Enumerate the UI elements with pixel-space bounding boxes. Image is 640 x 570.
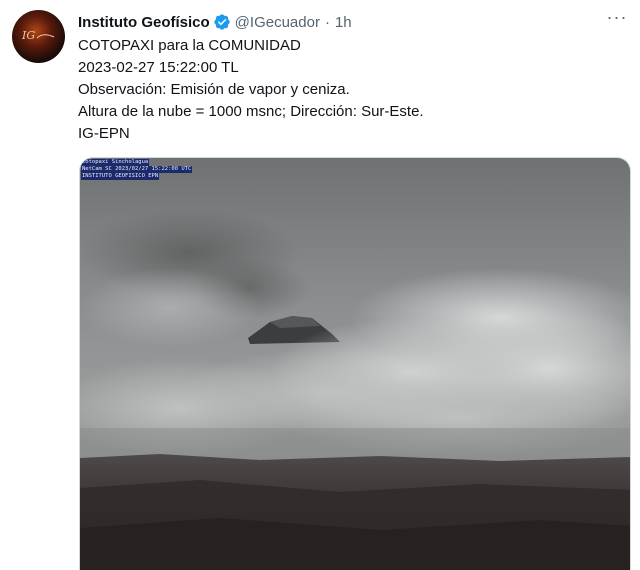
tweet-text: COTOPAXI para la COMUNIDAD 2023-02-27 15… <box>78 35 628 145</box>
avatar[interactable]: IG <box>12 10 65 63</box>
separator-dot: · <box>324 13 330 31</box>
ig-logo-icon: IG <box>21 29 55 42</box>
overlay-line: Cotopaxi Sincholagua <box>81 159 150 166</box>
tweet[interactable]: IG Instituto Geofísico @IGecuador · 1h ·… <box>0 0 640 570</box>
more-options-icon[interactable]: ··· <box>606 8 628 32</box>
webcam-overlay-text: Cotopaxi Sincholagua NetCam SC 2023/02/2… <box>81 159 193 180</box>
svg-text:IG: IG <box>21 29 35 42</box>
tweet-line: Observación: Emisión de vapor y ceniza. <box>78 81 350 98</box>
tweet-line: 2023-02-27 15:22:00 TL <box>78 59 239 76</box>
tweet-line: COTOPAXI para la COMUNIDAD <box>78 37 301 54</box>
tweet-image[interactable]: Cotopaxi Sincholagua NetCam SC 2023/02/2… <box>79 157 631 570</box>
author-handle[interactable]: @IGecuador <box>235 14 320 31</box>
overlay-line: INSTITUTO GEOFISICO EPN <box>81 173 160 180</box>
author-name[interactable]: Instituto Geofísico <box>78 14 210 31</box>
tweet-line: IG-EPN <box>78 125 130 142</box>
tweet-header: Instituto Geofísico @IGecuador · 1h <box>78 11 352 33</box>
verified-badge-icon <box>213 14 230 30</box>
tweet-line: Altura de la nube = 1000 msnc; Dirección… <box>78 103 424 120</box>
volcano-webcam-photo <box>80 158 630 570</box>
overlay-line: NetCam SC 2023/02/27 15:22:00 UTC <box>81 166 193 173</box>
tweet-time[interactable]: 1h <box>335 14 352 31</box>
